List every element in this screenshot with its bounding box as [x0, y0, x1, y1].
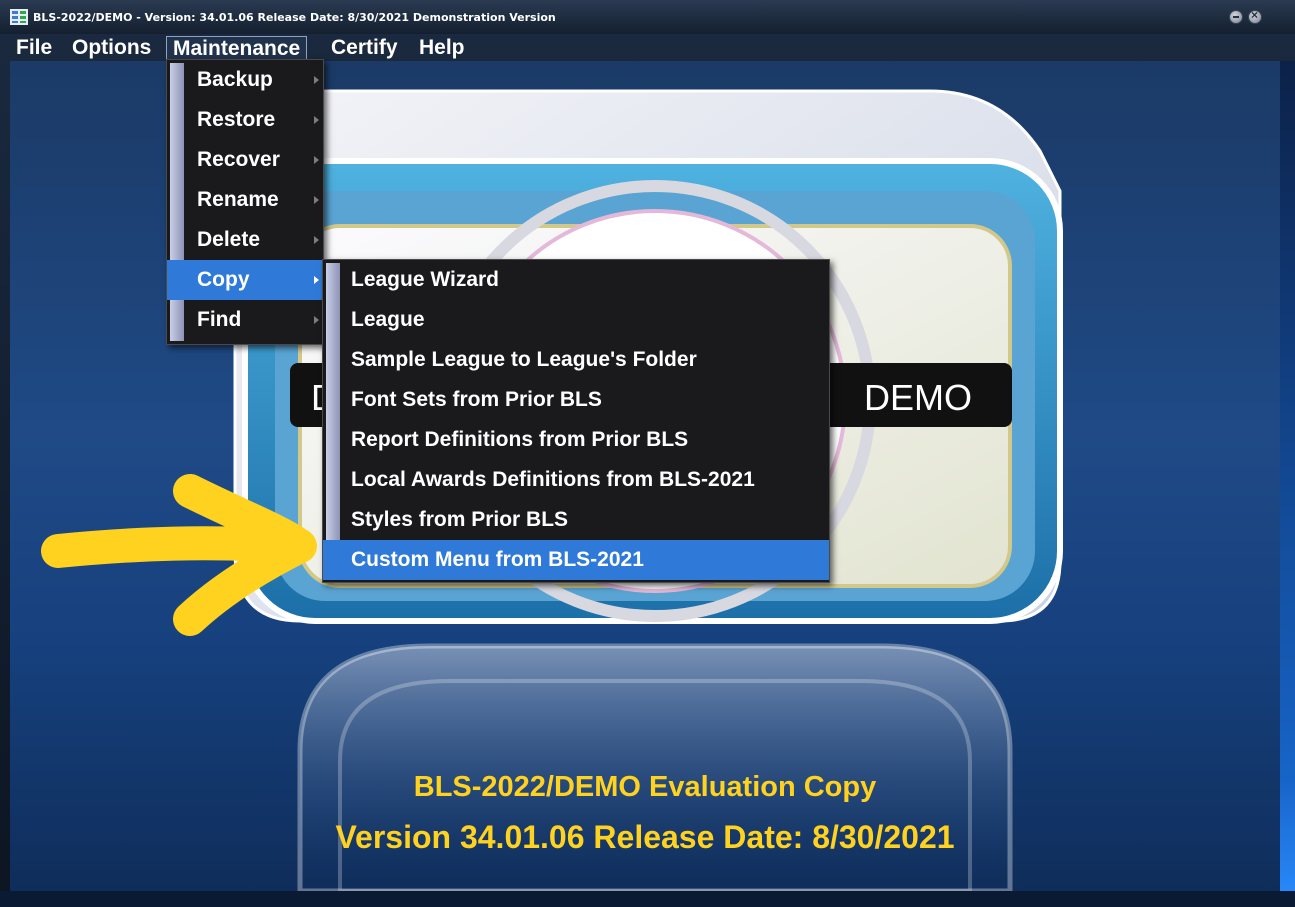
submenu-item-styles[interactable]: Styles from Prior BLS	[323, 500, 829, 540]
menu-item-label: Recover	[197, 148, 280, 171]
menu-item-label: Report Definitions from Prior BLS	[351, 428, 689, 451]
window-title: BLS-2022/DEMO - Version: 34.01.06 Releas…	[33, 11, 556, 24]
maintenance-dropdown: Backup Restore Recover Rename Delete Cop…	[166, 59, 324, 345]
version-release-text: Version 34.01.06 Release Date: 8/30/2021	[335, 819, 955, 855]
menu-item-rename[interactable]: Rename	[167, 180, 323, 220]
menu-maintenance[interactable]: Maintenance	[166, 36, 308, 60]
submenu-item-sample-league[interactable]: Sample League to League's Folder	[323, 340, 829, 380]
submenu-item-local-awards[interactable]: Local Awards Definitions from BLS-2021	[323, 460, 829, 500]
menu-item-find[interactable]: Find	[167, 300, 323, 340]
menu-item-label: Sample League to League's Folder	[351, 348, 697, 371]
window-bottom-border	[0, 891, 1295, 907]
menu-file[interactable]: File	[10, 36, 58, 60]
menu-certify[interactable]: Certify	[325, 36, 404, 60]
title-bar[interactable]: BLS-2022/DEMO - Version: 34.01.06 Releas…	[0, 0, 1295, 34]
close-button[interactable]	[1248, 8, 1262, 24]
submenu-arrow-icon	[314, 116, 319, 124]
submenu-arrow-icon	[314, 156, 319, 164]
menu-item-label: Rename	[197, 188, 279, 211]
menu-item-label: Custom Menu from BLS-2021	[351, 548, 644, 571]
desktop-edge	[1280, 61, 1295, 907]
submenu-item-league-wizard[interactable]: League Wizard	[323, 260, 829, 300]
submenu-arrow-icon	[314, 236, 319, 244]
menu-item-label: Delete	[197, 228, 261, 251]
menu-item-restore[interactable]: Restore	[167, 100, 323, 140]
menu-item-label: Restore	[197, 108, 276, 131]
submenu-item-custom-menu[interactable]: Custom Menu from BLS-2021	[323, 540, 829, 580]
menu-item-label: Local Awards Definitions from BLS-2021	[351, 468, 755, 491]
evaluation-copy-text: BLS-2022/DEMO Evaluation Copy	[413, 771, 877, 803]
menu-item-label: Backup	[197, 68, 273, 91]
menu-help[interactable]: Help	[413, 36, 471, 60]
demo-badge: DEMO	[864, 377, 972, 418]
copy-submenu: League Wizard League Sample League to Le…	[322, 259, 830, 583]
app-icon	[10, 9, 28, 25]
menu-item-label: Find	[197, 308, 242, 331]
menu-item-copy[interactable]: Copy	[167, 260, 323, 300]
menu-item-label: Copy	[197, 268, 250, 291]
submenu-arrow-icon	[314, 276, 319, 284]
menu-item-label: League Wizard	[351, 268, 500, 291]
submenu-arrow-icon	[314, 316, 319, 324]
app-window: BLS-2022/DEMO - Version: 34.01.06 Releas…	[0, 0, 1295, 907]
submenu-arrow-icon	[314, 76, 319, 84]
menu-item-recover[interactable]: Recover	[167, 140, 323, 180]
menu-item-label: Font Sets from Prior BLS	[351, 388, 602, 411]
submenu-item-league[interactable]: League	[323, 300, 829, 340]
submenu-arrow-icon	[314, 196, 319, 204]
minimize-button[interactable]	[1229, 10, 1243, 24]
menu-item-delete[interactable]: Delete	[167, 220, 323, 260]
menu-options[interactable]: Options	[66, 36, 157, 60]
menu-item-label: League	[351, 308, 425, 331]
menu-item-backup[interactable]: Backup	[167, 60, 323, 100]
submenu-item-font-sets[interactable]: Font Sets from Prior BLS	[323, 380, 829, 420]
submenu-item-report-definitions[interactable]: Report Definitions from Prior BLS	[323, 420, 829, 460]
menu-item-label: Styles from Prior BLS	[351, 508, 569, 531]
